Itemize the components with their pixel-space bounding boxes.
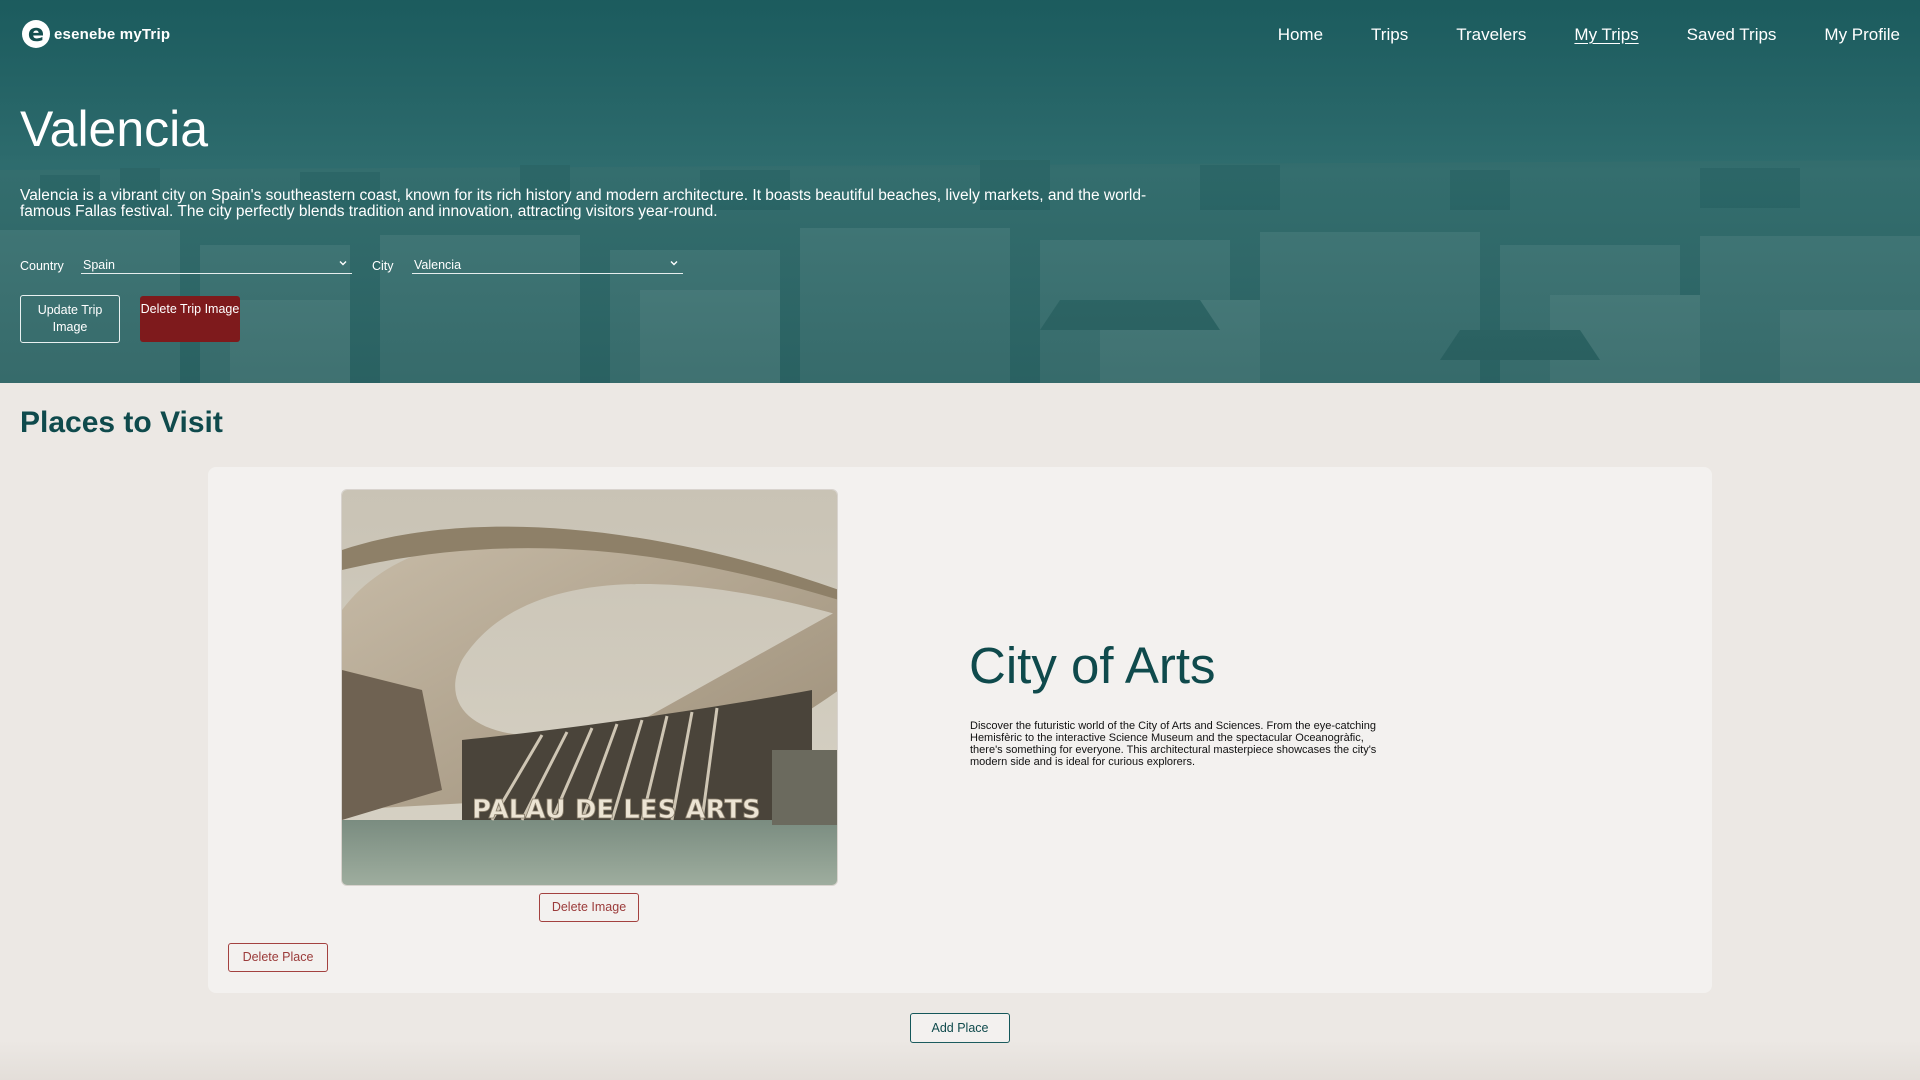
- nav-my-profile[interactable]: My Profile: [1824, 25, 1900, 45]
- nav-saved-trips[interactable]: Saved Trips: [1687, 25, 1777, 45]
- palau-sign-text: PALAU DE LES ARTS: [472, 795, 761, 825]
- trip-title: Valencia: [20, 101, 209, 157]
- country-select[interactable]: Spain: [81, 255, 352, 274]
- update-trip-image-button[interactable]: Update Trip Image: [20, 295, 120, 343]
- trip-description: Valencia is a vibrant city on Spain's so…: [20, 187, 1147, 220]
- delete-place-image-button[interactable]: Delete Image: [539, 893, 639, 922]
- place-image: PALAU DE LES ARTS: [341, 489, 838, 886]
- country-label: Country: [20, 259, 64, 273]
- place-description: Discover the futuristic world of the Cit…: [970, 720, 1377, 768]
- page-bottom-fade: [0, 1040, 1920, 1080]
- palau-de-les-arts-photo: PALAU DE LES ARTS: [342, 490, 837, 885]
- delete-place-button[interactable]: Delete Place: [228, 943, 328, 972]
- main-nav: Home Trips Travelers My Trips Saved Trip…: [1230, 25, 1900, 45]
- places-section-title: Places to Visit: [20, 406, 223, 439]
- add-place-button[interactable]: Add Place: [910, 1013, 1010, 1043]
- city-label: City: [372, 259, 394, 273]
- nav-trips[interactable]: Trips: [1371, 25, 1408, 45]
- delete-trip-image-button[interactable]: Delete Trip Image: [140, 296, 240, 342]
- nav-travelers[interactable]: Travelers: [1456, 25, 1526, 45]
- trip-hero: e esenebe myTrip Home Trips Travelers My…: [0, 0, 1920, 383]
- chevron-down-icon: [670, 261, 678, 266]
- city-select[interactable]: Valencia: [412, 255, 683, 274]
- chevron-down-icon: [339, 261, 347, 266]
- nav-my-trips[interactable]: My Trips: [1574, 25, 1638, 45]
- logo-e-icon: e: [22, 20, 50, 48]
- brand-name: esenebe myTrip: [54, 25, 171, 43]
- brand-logo[interactable]: e esenebe myTrip: [22, 20, 170, 48]
- nav-home[interactable]: Home: [1278, 25, 1323, 45]
- city-select-value: Valencia: [414, 258, 462, 272]
- country-select-value: Spain: [83, 258, 115, 272]
- place-title: City of Arts: [969, 637, 1216, 694]
